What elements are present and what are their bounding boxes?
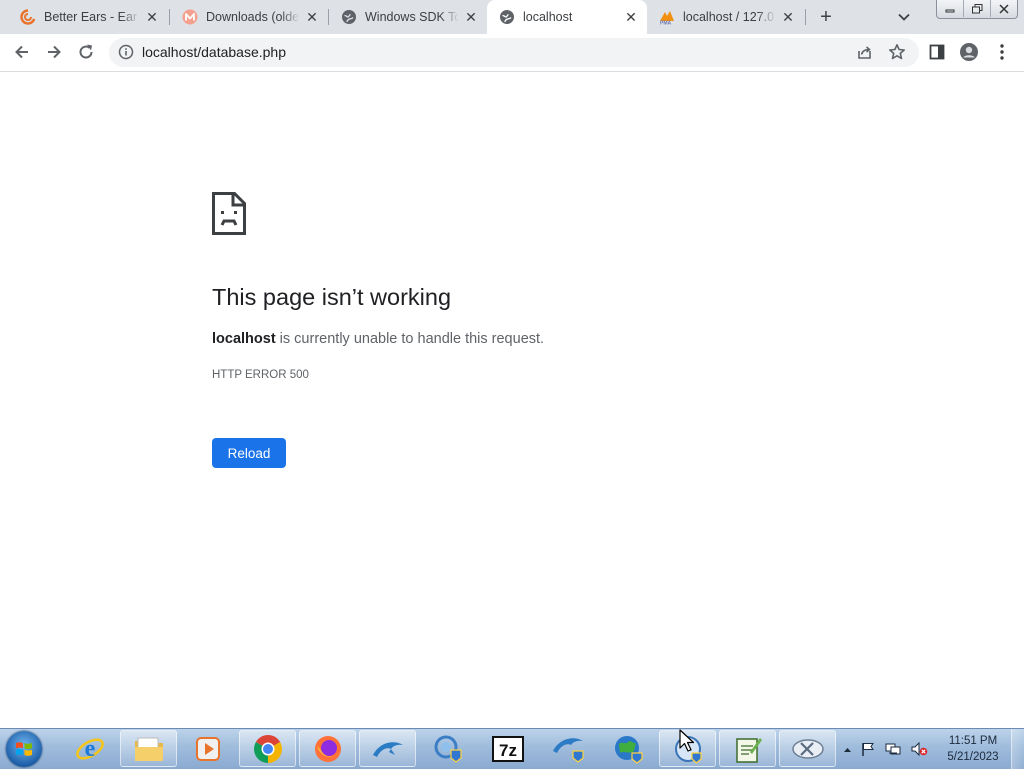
media-player-icon xyxy=(195,736,220,761)
taskbar-dolphin-2[interactable] xyxy=(539,730,596,767)
mouse-cursor-icon xyxy=(679,729,695,752)
start-button[interactable] xyxy=(6,731,42,767)
windows-logo-icon xyxy=(16,742,32,756)
taskbar-file-explorer[interactable] xyxy=(120,730,177,767)
error-code: HTTP ERROR 500 xyxy=(212,369,309,381)
tab-localhost-active[interactable]: localhost ✕ xyxy=(487,0,647,34)
xampp-icon xyxy=(791,738,824,759)
phpmyadmin-icon: PMA xyxy=(659,9,675,25)
globe-icon xyxy=(341,9,357,25)
arrow-left-icon xyxy=(15,45,28,59)
taskbar-firefox[interactable] xyxy=(299,730,356,767)
svg-text:e: e xyxy=(84,736,95,762)
close-icon xyxy=(999,3,1009,14)
tab-phpmyadmin[interactable]: PMA localhost / 127.0.0 ✕ xyxy=(647,0,804,34)
tab-strip: Better Ears - Ear Tr ✕ Downloads (older … xyxy=(0,0,1024,34)
action-center-flag-icon[interactable] xyxy=(860,741,876,757)
avatar-icon xyxy=(960,43,978,61)
internet-explorer-icon: e xyxy=(75,736,104,762)
address-bar[interactable]: localhost/database.php xyxy=(109,38,919,67)
taskbar-chrome[interactable] xyxy=(239,730,296,767)
setup-shield-icon xyxy=(434,735,462,763)
share-icon[interactable] xyxy=(856,44,873,66)
dolphin-icon xyxy=(372,741,403,757)
error-heading: This page isn’t working xyxy=(212,284,452,310)
close-tab-icon[interactable]: ✕ xyxy=(144,9,160,25)
tab-title: Downloads (older xyxy=(206,10,300,24)
minimize-button[interactable] xyxy=(937,0,963,17)
arrow-right-icon xyxy=(48,45,61,59)
bookmark-star-icon[interactable] xyxy=(888,43,906,66)
7zip-icon: 7z xyxy=(491,735,524,762)
globe-shield-icon xyxy=(614,735,643,764)
restore-button[interactable] xyxy=(963,0,990,17)
tab-title: Windows SDK Too xyxy=(365,10,459,24)
forward-button[interactable] xyxy=(40,38,68,66)
7zip-label: 7z xyxy=(499,741,517,760)
back-button[interactable] xyxy=(8,38,36,66)
browser-toolbar: localhost/database.php xyxy=(0,34,1024,72)
taskbar-setup[interactable] xyxy=(419,730,476,767)
show-hidden-icons-icon[interactable] xyxy=(843,746,852,753)
side-panel-icon xyxy=(929,44,945,60)
system-tray xyxy=(843,729,936,769)
tab-title: localhost / 127.0.0 xyxy=(683,10,776,24)
close-window-button[interactable] xyxy=(990,0,1017,17)
clock-time: 11:51 PM xyxy=(948,735,998,747)
tab-windows-sdk[interactable]: Windows SDK Too ✕ xyxy=(329,0,487,34)
clock-date: 5/21/2023 xyxy=(947,751,999,763)
menu-button[interactable] xyxy=(988,38,1016,66)
show-desktop-button[interactable] xyxy=(1011,729,1024,769)
close-tab-icon[interactable]: ✕ xyxy=(623,9,639,25)
better-ears-icon xyxy=(20,9,36,25)
notepad-icon xyxy=(735,737,762,763)
three-dots-vertical-icon xyxy=(1000,44,1004,60)
system-clock[interactable]: 11:51 PM 5/21/2023 xyxy=(935,733,1011,765)
tab-title: localhost xyxy=(523,10,573,24)
tab-better-ears[interactable]: Better Ears - Ear Tr ✕ xyxy=(8,0,168,34)
file-explorer-icon xyxy=(134,737,163,761)
refresh-icon xyxy=(79,44,93,59)
taskbar-xampp[interactable] xyxy=(779,730,836,767)
address-text[interactable]: localhost/database.php xyxy=(142,38,286,67)
reload-toolbar-button[interactable] xyxy=(72,38,100,66)
error-host: localhost xyxy=(212,331,276,347)
close-tab-icon[interactable]: ✕ xyxy=(780,9,796,25)
dolphin-shield-icon xyxy=(552,737,584,763)
m-logo-icon xyxy=(182,9,198,25)
firefox-icon xyxy=(314,735,341,762)
profile-button[interactable] xyxy=(955,38,983,66)
new-tab-button[interactable]: + xyxy=(814,5,838,29)
taskbar-internet-explorer[interactable]: e xyxy=(61,730,118,767)
tab-title: Better Ears - Ear Tr xyxy=(44,10,140,24)
side-panel-button[interactable] xyxy=(923,38,951,66)
tab-downloads[interactable]: Downloads (older ✕ xyxy=(170,0,328,34)
globe-icon xyxy=(499,9,515,25)
taskbar-globe-app[interactable] xyxy=(599,730,656,767)
sad-page-icon xyxy=(212,192,246,235)
taskbar-notepad[interactable] xyxy=(719,730,776,767)
close-tab-icon[interactable]: ✕ xyxy=(304,9,320,25)
window-controls xyxy=(936,0,1018,19)
tab-search-button[interactable] xyxy=(893,7,915,27)
error-description: localhost is currently unable to handle … xyxy=(212,331,544,347)
windows-taskbar: e 7z 11:51 PM 5/21/2023 xyxy=(0,728,1024,769)
taskbar-7zip[interactable]: 7z xyxy=(479,730,536,767)
chevron-down-icon xyxy=(898,13,910,21)
restore-icon xyxy=(971,3,982,13)
error-message: is currently unable to handle this reque… xyxy=(275,331,545,347)
minimize-icon xyxy=(945,9,955,12)
close-tab-icon[interactable]: ✕ xyxy=(463,9,479,25)
taskbar-dolphin[interactable] xyxy=(359,730,416,767)
network-icon[interactable] xyxy=(884,741,902,757)
chrome-icon xyxy=(253,734,282,763)
volume-muted-icon[interactable] xyxy=(910,741,928,757)
reload-button[interactable]: Reload xyxy=(212,438,286,468)
site-info-icon[interactable] xyxy=(118,44,134,60)
svg-text:PMA: PMA xyxy=(660,21,672,26)
taskbar-media-player[interactable] xyxy=(179,730,236,767)
